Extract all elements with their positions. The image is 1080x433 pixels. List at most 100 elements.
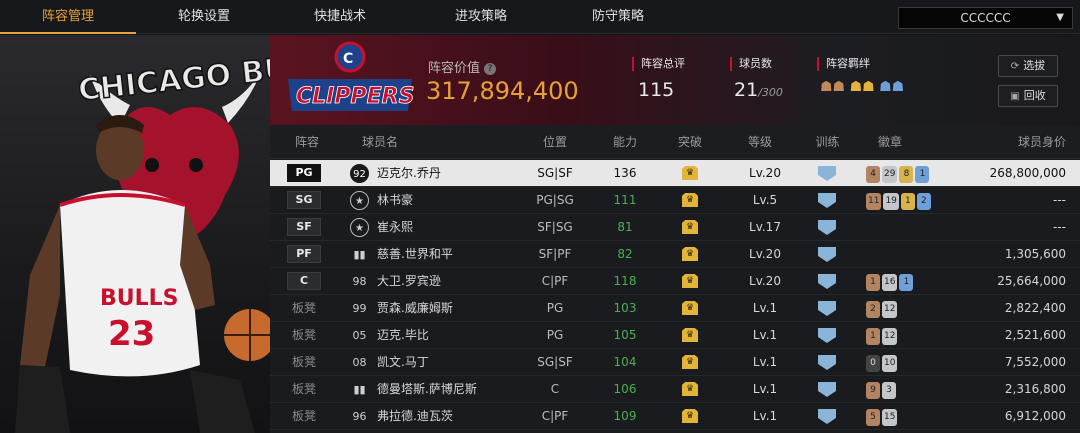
breakthrough-crown-icon[interactable]: ♛ <box>682 382 698 396</box>
breakthrough-crown-icon[interactable]: ♛ <box>682 301 698 315</box>
lineup-value: 317,894,400 <box>426 77 579 105</box>
bond-icon-gold: ☗☗ <box>849 79 875 95</box>
training-shield-icon[interactable] <box>818 193 836 208</box>
player-name[interactable]: 凯文.马丁 <box>377 349 429 376</box>
player-value: 7,552,000 <box>1004 355 1066 369</box>
recycle-icon: ▣ <box>1010 91 1020 102</box>
player-ability: 82 <box>617 247 633 261</box>
team-select-dropdown[interactable]: CCCCCC ▼ <box>898 7 1073 29</box>
lineup-bond-icons[interactable]: ☗☗ ☗☗ ☗☗ <box>820 79 904 95</box>
player-value: --- <box>1053 193 1066 207</box>
player-level: Lv.20 <box>749 247 781 261</box>
player-level: Lv.1 <box>752 382 778 396</box>
starter-position-badge: PF <box>287 245 321 263</box>
player-badges[interactable]: 0 10 <box>866 354 899 372</box>
roster-row[interactable]: SF ★ 崔永熙 SF|SG 81 ♛ Lv.17 --- <box>270 214 1080 241</box>
player-level: Lv.17 <box>749 220 781 234</box>
lineup-rating-value: 115 <box>638 79 675 101</box>
col-player-value[interactable]: 球员身价 <box>970 125 1066 159</box>
breakthrough-crown-icon[interactable]: ♛ <box>682 355 698 369</box>
col-position[interactable]: 位置 <box>520 125 590 159</box>
player-name[interactable]: 贾森.威廉姆斯 <box>377 295 453 322</box>
player-name[interactable]: 崔永熙 <box>377 214 413 241</box>
player-badges[interactable]: 1 12 <box>866 327 899 345</box>
roster-row[interactable]: C 98 大卫.罗宾逊 C|PF 118 ♛ Lv.20 1 16 1 25,664,000 <box>270 268 1080 295</box>
training-shield-icon[interactable] <box>818 247 836 262</box>
starter-position-badge: SG <box>287 191 321 209</box>
bond-icon-bronze: ☗☗ <box>820 79 846 95</box>
tab-rotation-settings[interactable]: 轮换设置 <box>136 0 272 34</box>
player-badges[interactable]: 2 12 <box>866 300 899 318</box>
training-shield-icon[interactable] <box>818 301 836 316</box>
lineup-bond-label: 阵容羁绊 <box>817 57 870 71</box>
tab-quick-tactics[interactable]: 快捷战术 <box>272 0 408 34</box>
player-badges[interactable]: 93 <box>866 381 898 399</box>
jersey-number: 99 <box>352 302 367 315</box>
player-position: PG <box>546 301 564 315</box>
training-shield-icon[interactable] <box>818 355 836 370</box>
roster-row[interactable]: PF ▮▮ 慈善.世界和平 SF|PF 82 ♛ Lv.20 1,305,600 <box>270 241 1080 268</box>
badge-count: 9 <box>866 382 880 399</box>
player-name[interactable]: 弗拉德.迪瓦茨 <box>377 403 453 430</box>
breakthrough-crown-icon[interactable]: ♛ <box>682 193 698 207</box>
lineup-value-label: 阵容价值? <box>428 57 497 76</box>
breakthrough-crown-icon[interactable]: ♛ <box>682 274 698 288</box>
training-shield-icon[interactable] <box>818 274 836 289</box>
tab-offense-strategy[interactable]: 进攻策略 <box>413 0 549 34</box>
training-shield-icon[interactable] <box>818 409 836 424</box>
bench-label: 板凳 <box>291 301 316 315</box>
player-name[interactable]: 林书豪 <box>377 187 413 214</box>
chevron-down-icon: ▼ <box>1056 12 1064 23</box>
player-level: Lv.1 <box>752 328 778 342</box>
player-name[interactable]: 迈克.毕比 <box>377 322 429 349</box>
clippers-logo-icon: C CLIPPERS <box>288 41 415 111</box>
player-ability: 111 <box>613 193 637 207</box>
breakthrough-crown-icon[interactable]: ♛ <box>682 247 698 261</box>
player-position: PG <box>546 328 564 342</box>
tab-lineup-management[interactable]: 阵容管理 <box>0 0 136 34</box>
player-value: 268,800,000 <box>989 166 1066 180</box>
bond-icon-blue: ☗☗ <box>879 79 905 95</box>
svg-text:23: 23 <box>108 314 155 354</box>
training-shield-icon[interactable] <box>818 220 836 235</box>
breakthrough-crown-icon[interactable]: ♛ <box>682 166 698 180</box>
recycle-button[interactable]: ▣ 回收 <box>998 85 1058 107</box>
breakthrough-crown-icon[interactable]: ♛ <box>682 220 698 234</box>
badge-count: 12 <box>882 301 898 318</box>
starter-position-badge: C <box>287 272 321 290</box>
col-training[interactable]: 训练 <box>800 125 855 159</box>
training-shield-icon[interactable] <box>818 166 836 181</box>
col-ability[interactable]: 能力 <box>590 125 660 159</box>
roster-row[interactable]: 板凳 08 凯文.马丁 SG|SF 104 ♛ Lv.1 0 10 7,552,000 <box>270 349 1080 376</box>
help-icon[interactable]: ? <box>484 63 497 75</box>
player-name[interactable]: 德曼塔斯.萨博尼斯 <box>377 376 477 403</box>
roster-row[interactable]: 板凳 99 贾森.威廉姆斯 PG 103 ♛ Lv.1 2 12 2,822,400 <box>270 295 1080 322</box>
col-level[interactable]: 等级 <box>730 125 790 159</box>
player-name[interactable]: 大卫.罗宾逊 <box>377 268 441 295</box>
training-shield-icon[interactable] <box>818 382 836 397</box>
player-name[interactable]: 慈善.世界和平 <box>377 241 453 268</box>
training-shield-icon[interactable] <box>818 328 836 343</box>
tab-defense-strategy[interactable]: 防守策略 <box>550 0 686 34</box>
player-badges[interactable]: 1 16 1 <box>866 273 915 291</box>
col-badges[interactable]: 徽章 <box>850 125 930 159</box>
roster-row[interactable]: 板凳 96 弗拉德.迪瓦茨 C|PF 109 ♛ Lv.1 5 15 6,912,000 <box>270 403 1080 430</box>
player-value: --- <box>1053 220 1066 234</box>
roster-row[interactable]: PG 92 迈克尔.乔丹 SG|SF 136 ♛ Lv.20 4 29 8 1 268,800,000 <box>270 160 1080 187</box>
player-ability: 136 <box>613 166 637 180</box>
jersey-number: 98 <box>352 275 367 288</box>
jersey-number: 96 <box>352 410 367 423</box>
roster-row[interactable]: 板凳 ▮▮ 德曼塔斯.萨博尼斯 C 106 ♛ Lv.1 9 3 2,316,800 <box>270 376 1080 403</box>
player-badges[interactable]: 5 15 <box>866 408 899 426</box>
select-draft-button[interactable]: ⟳ 选拔 <box>998 55 1058 77</box>
breakthrough-crown-icon[interactable]: ♛ <box>682 328 698 342</box>
col-breakthrough[interactable]: 突破 <box>660 125 720 159</box>
player-ability: 118 <box>613 274 637 288</box>
player-name[interactable]: 迈克尔.乔丹 <box>377 160 441 187</box>
roster-row[interactable]: SG ★ 林书豪 PG|SG 111 ♛ Lv.5 11 19 1 2 --- <box>270 187 1080 214</box>
badge-count: 0 <box>866 355 880 372</box>
player-value: 2,316,800 <box>1004 382 1066 396</box>
player-level: Lv.1 <box>752 409 778 423</box>
roster-row[interactable]: 板凳 05 迈克.毕比 PG 105 ♛ Lv.1 1 12 2,521,600 <box>270 322 1080 349</box>
breakthrough-crown-icon[interactable]: ♛ <box>682 409 698 423</box>
